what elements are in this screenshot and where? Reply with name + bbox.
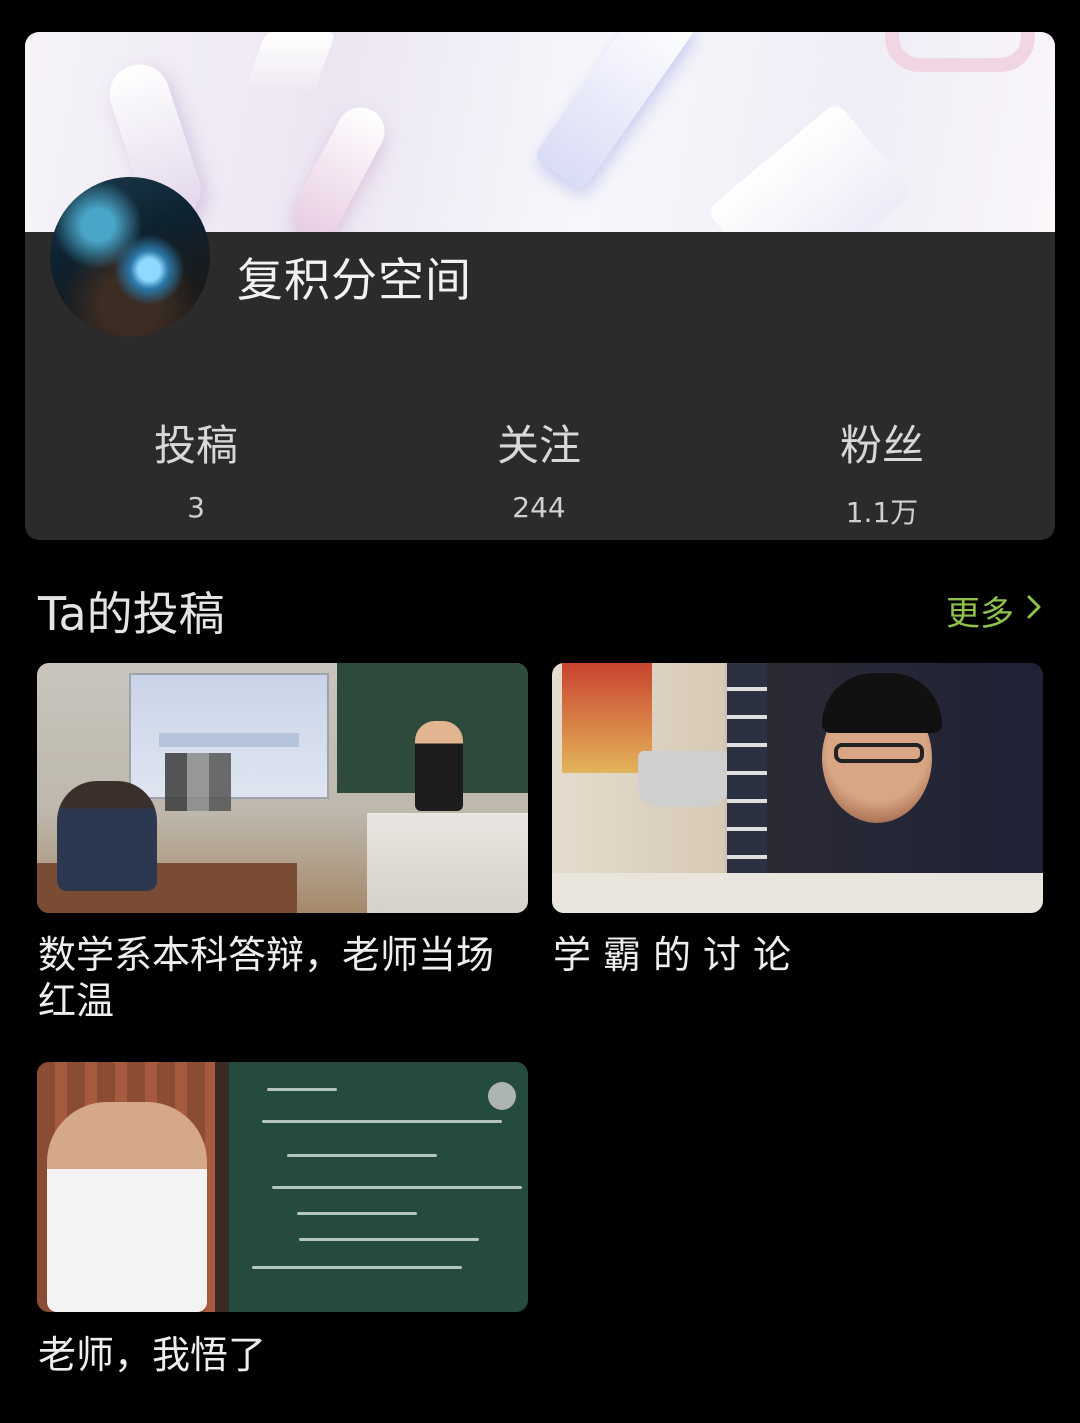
stat-following[interactable]: 关注 244: [429, 412, 649, 524]
video-title[interactable]: 数学系本科答辩，老师当场红温: [38, 932, 529, 1024]
video-title[interactable]: 老师，我悟了: [38, 1332, 529, 1378]
stat-posts[interactable]: 投稿 3: [86, 412, 306, 524]
chevron-right-icon: [1026, 593, 1042, 628]
video-thumbnail[interactable]: [552, 663, 1043, 913]
profile-card: 复积分空间 投稿 3 关注 244 粉丝 1.1万: [25, 32, 1055, 540]
username: 复积分空间: [237, 253, 472, 307]
more-label: 更多: [946, 594, 1014, 634]
video-title[interactable]: 学霸的讨论: [553, 932, 1044, 978]
stat-label: 粉丝: [839, 421, 924, 470]
stat-value: 244: [512, 491, 566, 524]
stat-value: 1.1万: [845, 496, 919, 529]
section-title: Ta的投稿: [38, 587, 225, 641]
more-link[interactable]: 更多: [946, 586, 1042, 635]
stat-followers[interactable]: 粉丝 1.1万: [772, 412, 992, 531]
video-thumbnail[interactable]: [37, 1062, 528, 1312]
profile-page: 复积分空间 投稿 3 关注 244 粉丝 1.1万 Ta的投稿 更多 数学系本科…: [0, 0, 1080, 1423]
stat-label: 投稿: [153, 421, 238, 470]
stat-label: 关注: [496, 421, 581, 470]
avatar[interactable]: [50, 177, 210, 337]
video-thumbnail[interactable]: [37, 663, 528, 913]
stat-value: 3: [187, 491, 205, 524]
